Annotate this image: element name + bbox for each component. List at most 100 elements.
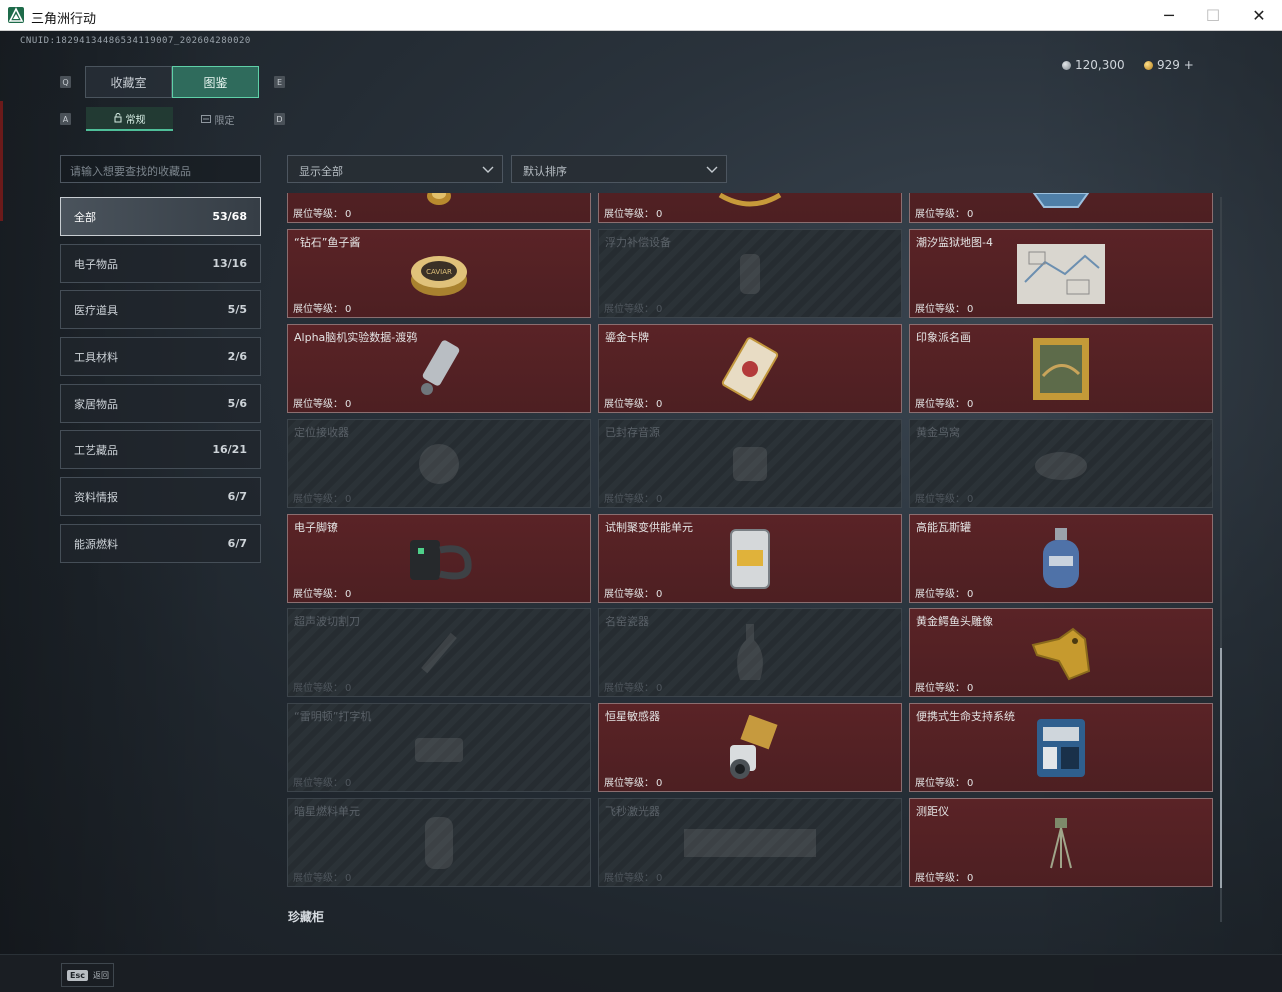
category-count: 6/7 xyxy=(227,537,247,550)
category-count: 6/7 xyxy=(227,490,247,503)
item-tile[interactable]: 展位等级： 0 xyxy=(909,193,1213,223)
item-level: 展位等级： 0 xyxy=(604,778,663,789)
minimize-button[interactable]: ─ xyxy=(1146,0,1192,31)
category-label: 全部 xyxy=(74,210,96,224)
crocodile-statue-icon xyxy=(1031,627,1091,680)
item-name: 飞秒激光器 xyxy=(605,805,660,818)
item-level: 展位等级： 0 xyxy=(915,304,974,315)
window-titlebar: 三角洲行动 ─ ☐ ✕ xyxy=(0,0,1282,31)
item-level: 展位等级： 0 xyxy=(604,589,663,600)
item-name: 黄金鳄鱼头雕像 xyxy=(916,615,993,628)
diving-gear-icon xyxy=(740,253,760,294)
item-tile[interactable]: “雷明顿”打字机 展位等级： 0 xyxy=(287,703,591,792)
item-name: 定位接收器 xyxy=(294,426,349,439)
audio-source-icon xyxy=(733,446,767,481)
rangefinder-icon xyxy=(1050,817,1072,868)
currency-silver: 120,300 xyxy=(1062,58,1125,72)
item-tile[interactable]: 黄金鳄鱼头雕像 展位等级： 0 xyxy=(909,608,1213,697)
currency-gold-value: 929 + xyxy=(1157,58,1194,72)
close-button[interactable]: ✕ xyxy=(1236,0,1282,31)
subtab-limited[interactable]: 限定 xyxy=(174,107,261,131)
item-name: 高能瓦斯罐 xyxy=(916,521,971,534)
scrollbar-thumb[interactable] xyxy=(1220,648,1222,888)
category-label: 家居物品 xyxy=(74,397,118,411)
key-hint-q: Q xyxy=(60,76,71,88)
item-tile[interactable]: 超声波切割刀 展位等级： 0 xyxy=(287,608,591,697)
fusion-cell-icon xyxy=(730,528,770,589)
tab-codex[interactable]: 图鉴 xyxy=(172,66,259,98)
tab-collection-room[interactable]: 收藏室 xyxy=(85,66,172,98)
subtab-regular[interactable]: 常规 xyxy=(86,107,173,131)
category-label: 电子物品 xyxy=(74,257,118,271)
back-button[interactable]: Esc 返回 xyxy=(61,963,114,987)
category-count: 5/5 xyxy=(227,303,247,316)
map-icon xyxy=(1017,243,1105,304)
item-level: 展位等级： 0 xyxy=(293,399,352,410)
item-tile[interactable]: Alpha脑机实验数据-渡鸦 展位等级： 0 xyxy=(287,324,591,413)
category-intel[interactable]: 资料情报 6/7 xyxy=(60,477,261,516)
vase-icon xyxy=(737,623,763,680)
item-level: 展位等级： 0 xyxy=(604,304,663,315)
item-tile[interactable]: 印象派名画 展位等级： 0 xyxy=(909,324,1213,413)
gold-ornament-icon xyxy=(427,193,451,205)
category-count: 2/6 xyxy=(227,350,247,363)
item-name: 浮力补偿设备 xyxy=(605,236,671,249)
item-tile[interactable]: 名窑瓷器 展位等级： 0 xyxy=(598,608,902,697)
item-level: 展位等级： 0 xyxy=(604,873,663,884)
category-count: 53/68 xyxy=(212,210,247,223)
gold-bracelet-icon xyxy=(718,193,782,207)
item-tile[interactable]: 电子脚镣 展位等级： 0 xyxy=(287,514,591,603)
item-level: 展位等级： 0 xyxy=(915,873,974,884)
category-energy[interactable]: 能源燃料 6/7 xyxy=(60,524,261,563)
sort-dropdown[interactable]: 默认排序 xyxy=(511,155,727,183)
item-tile[interactable]: 浮力补偿设备 展位等级： 0 xyxy=(598,229,902,318)
chevron-down-icon xyxy=(482,166,494,173)
esc-key-hint: Esc xyxy=(67,969,88,981)
item-tile[interactable]: 恒星敏感器 展位等级： 0 xyxy=(598,703,902,792)
item-tile[interactable]: 暗星燃料单元 展位等级： 0 xyxy=(287,798,591,887)
item-level: 展位等级： 0 xyxy=(604,683,663,694)
accent-stripe xyxy=(0,101,3,221)
gas-canister-icon xyxy=(1043,527,1079,588)
item-tile[interactable]: 便携式生命支持系统 展位等级： 0 xyxy=(909,703,1213,792)
key-hint-e: E xyxy=(274,76,285,88)
item-name: “雷明顿”打字机 xyxy=(294,710,372,723)
item-tile[interactable]: 展位等级： 0 xyxy=(598,193,902,223)
item-tile[interactable]: 定位接收器 展位等级： 0 xyxy=(287,419,591,508)
item-tile[interactable]: 测距仪 展位等级： 0 xyxy=(909,798,1213,887)
item-tile[interactable]: 鎏金卡牌 展位等级： 0 xyxy=(598,324,902,413)
star-sensor-icon xyxy=(730,714,778,779)
item-tile[interactable]: 飞秒激光器 展位等级： 0 xyxy=(598,798,902,887)
cutter-icon xyxy=(421,632,457,673)
item-tile[interactable]: 潮汐监狱地图-4 展位等级： 0 xyxy=(909,229,1213,318)
show-filter-dropdown[interactable]: 显示全部 xyxy=(287,155,503,183)
item-tile[interactable]: 已封存音源 展位等级： 0 xyxy=(598,419,902,508)
search-input[interactable]: 请输入想要查找的收藏品 xyxy=(60,155,261,183)
category-medical[interactable]: 医疗道具 5/5 xyxy=(60,290,261,329)
item-tile[interactable]: 黄金鸟窝 展位等级： 0 xyxy=(909,419,1213,508)
item-name: 超声波切割刀 xyxy=(294,615,360,628)
bird-nest-icon xyxy=(1035,451,1087,480)
item-level: 展位等级： 0 xyxy=(915,589,974,600)
item-level: 展位等级： 0 xyxy=(604,209,663,220)
item-tile[interactable]: 展位等级： 0 xyxy=(287,193,591,223)
category-household[interactable]: 家居物品 5/6 xyxy=(60,384,261,423)
item-tile[interactable]: 试制聚变供能单元 展位等级： 0 xyxy=(598,514,902,603)
category-label: 资料情报 xyxy=(74,490,118,504)
maximize-button[interactable]: ☐ xyxy=(1190,0,1236,31)
category-electronics[interactable]: 电子物品 13/16 xyxy=(60,244,261,283)
item-tile[interactable]: 高能瓦斯罐 展位等级： 0 xyxy=(909,514,1213,603)
item-name: Alpha脑机实验数据-渡鸦 xyxy=(294,331,418,344)
item-name: 名窑瓷器 xyxy=(605,615,649,628)
show-filter-value: 显示全部 xyxy=(299,165,343,178)
item-grid: 展位等级： 0 展位等级： 0 展位等级： 0 “钻石”鱼子酱 CAVIAR 展位等级… xyxy=(287,193,1214,923)
category-all[interactable]: 全部 53/68 xyxy=(60,197,261,236)
category-crafts[interactable]: 工艺藏品 16/21 xyxy=(60,430,261,469)
item-level: 展位等级： 0 xyxy=(293,778,352,789)
currency-gold[interactable]: 929 + xyxy=(1144,58,1194,72)
category-label: 工具材料 xyxy=(74,350,118,364)
item-tile[interactable]: “钻石”鱼子酱 CAVIAR 展位等级： 0 xyxy=(287,229,591,318)
player-uid: CNUID:18294134486534119007_202604280020 xyxy=(20,36,251,46)
typewriter-icon xyxy=(415,737,463,762)
category-tools[interactable]: 工具材料 2/6 xyxy=(60,337,261,376)
